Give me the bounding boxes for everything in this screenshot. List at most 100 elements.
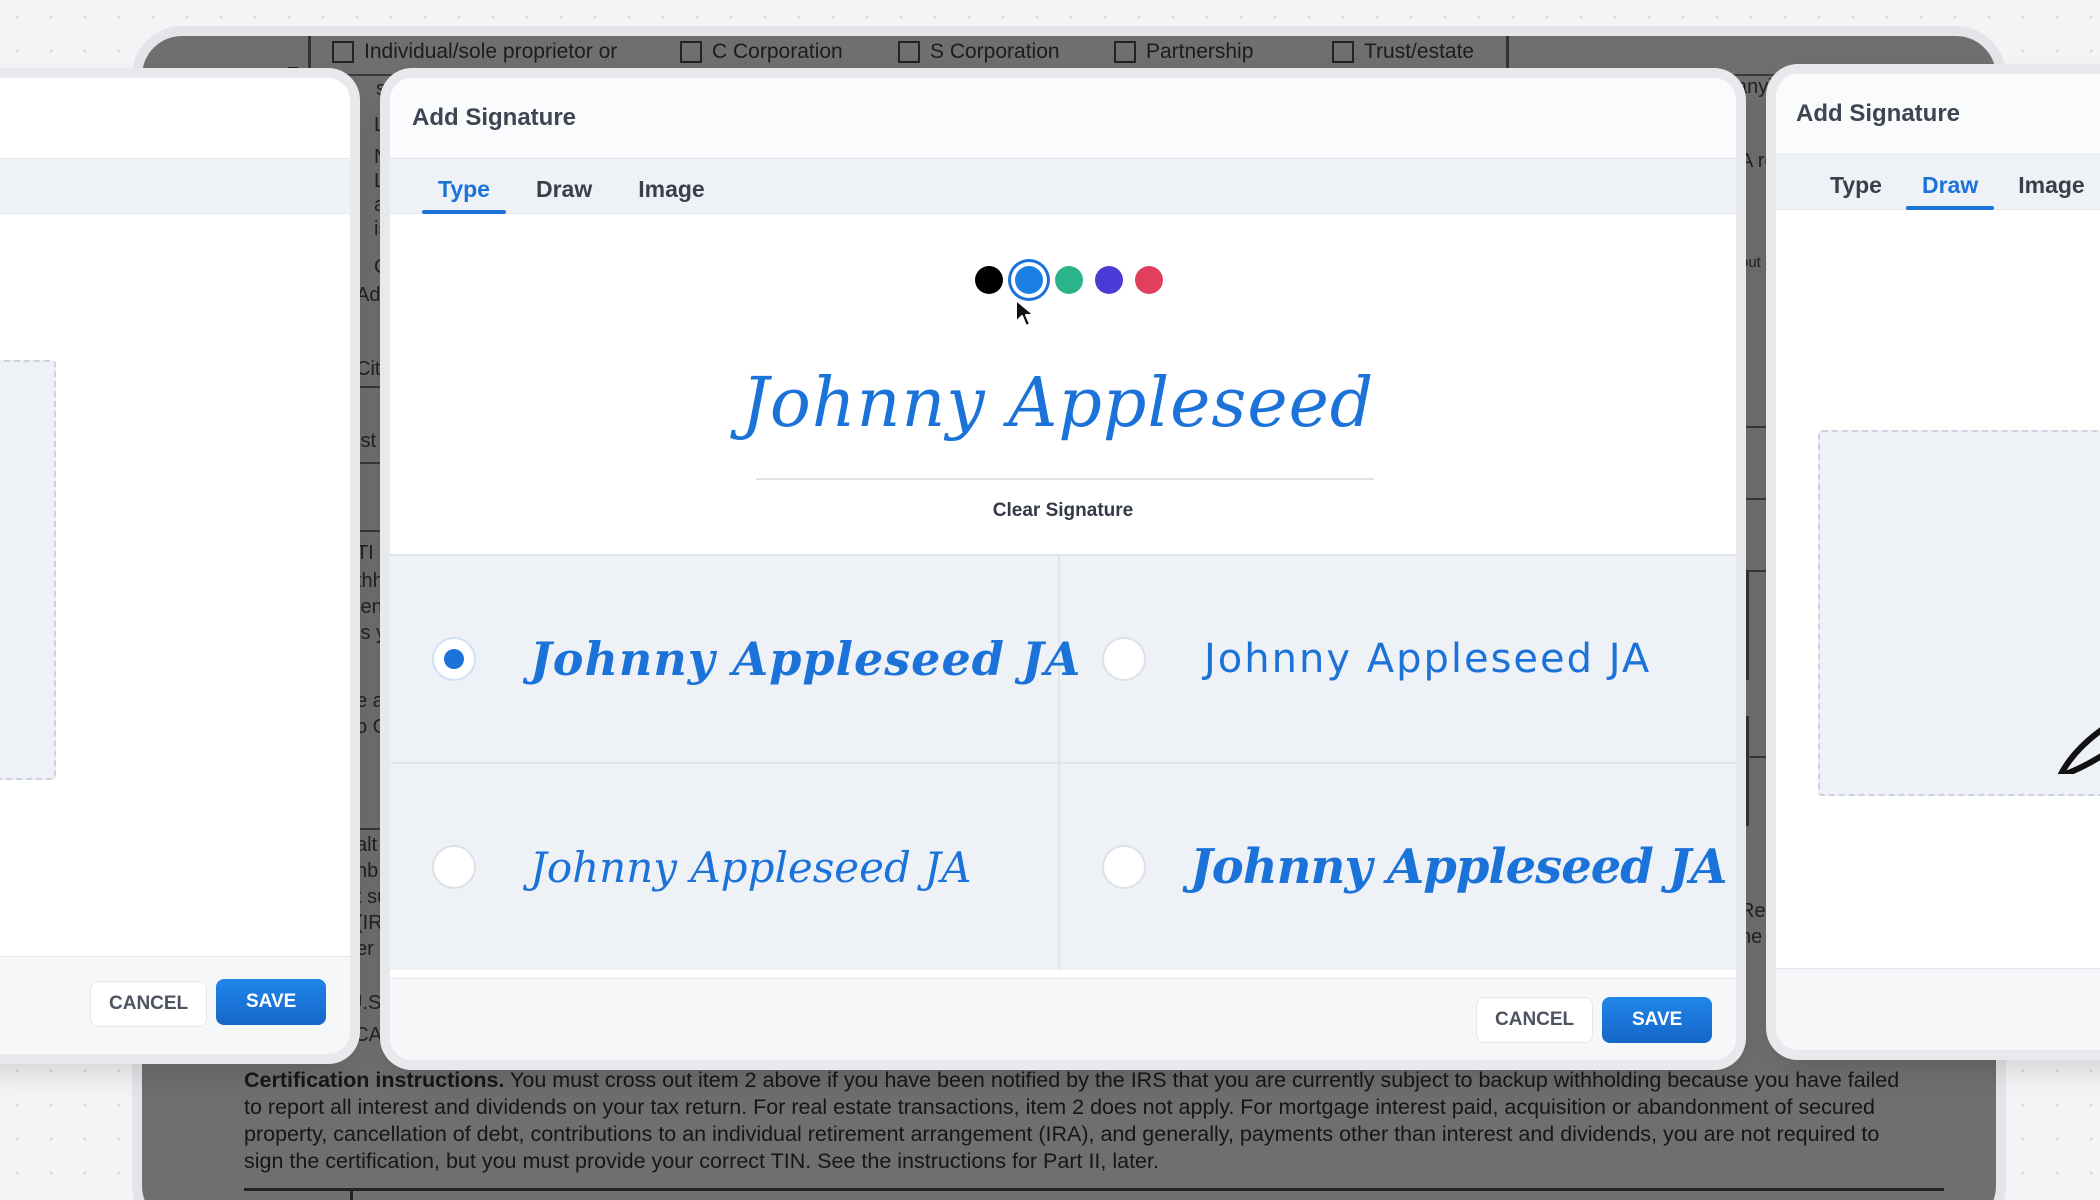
signature-baseline: [756, 478, 1374, 480]
right-dialog-title: Add Signature: [1776, 74, 2100, 154]
color-swatch-green[interactable]: [1055, 266, 1083, 294]
style-option-1[interactable]: Johnny Appleseed JA: [390, 556, 1080, 764]
color-swatch-red[interactable]: [1135, 266, 1163, 294]
form-text-fragment: Re: [1740, 900, 1766, 922]
form-divider: [1746, 716, 1749, 826]
form-text-fragment: er s: [356, 938, 390, 960]
form-text-fragment: TI: [356, 542, 374, 564]
left-dialog-tabbar: [0, 158, 350, 214]
style-option-4[interactable]: Johnny Appleseed JA: [1060, 764, 1736, 970]
form-text-fragment: thh: [356, 570, 384, 592]
style-option-text: Johnny Appleseed JA: [530, 842, 972, 892]
checkbox-label: Individual/sole proprietor or: [364, 40, 618, 63]
style-option-2[interactable]: Johnny Appleseed JA: [1060, 556, 1736, 764]
form-text-fragment: t su: [356, 886, 389, 908]
checkbox-box[interactable]: [898, 41, 920, 63]
checkbox-partnership[interactable]: Partnership: [1114, 40, 1253, 64]
left-dialog-footer: CANCEL SAVE: [0, 956, 350, 1054]
certification-heading: Certification instructions.: [244, 1068, 505, 1092]
typed-signature-preview: Johnny Appleseed: [741, 364, 1375, 443]
left-save-button[interactable]: SAVE: [216, 979, 327, 1025]
form-text-fragment: nb: [356, 860, 379, 882]
form-text-fragment: si: [376, 78, 391, 100]
drawn-signature-stroke: [2057, 727, 2100, 774]
form-text-fragment: o G: [356, 716, 389, 738]
color-swatch-purple[interactable]: [1095, 266, 1123, 294]
checkbox-label: S Corporation: [930, 40, 1060, 63]
style-option-text: Johnny Appleseed JA: [1204, 636, 1652, 682]
mouse-cursor-icon: [1015, 299, 1035, 327]
tab-type[interactable]: Type: [422, 176, 506, 214]
form-rule: [1736, 498, 1776, 500]
form-text-fragment: U.S: [348, 992, 382, 1014]
color-swatch-black[interactable]: [975, 266, 1003, 294]
form-top-rule: [142, 74, 1996, 76]
checkbox-trust-estate[interactable]: Trust/estate: [1332, 40, 1474, 64]
checkbox-box[interactable]: [1332, 41, 1354, 63]
style-option-radio[interactable]: [432, 637, 476, 681]
form-text-fragment: A re: [1740, 150, 1776, 172]
form-rule: [1736, 756, 1776, 758]
form-text-fragment: ist a: [356, 430, 393, 452]
dialog-footer: CANCEL SAVE: [390, 978, 1736, 1060]
form-text-fragment: ne: [1740, 926, 1763, 948]
form-text-fragment: a: [374, 194, 386, 216]
tab-draw[interactable]: Draw: [520, 176, 608, 213]
left-signature-dialog: CANCEL SAVE: [0, 78, 350, 1054]
right-tab-type[interactable]: Type: [1814, 172, 1898, 209]
right-tab-draw[interactable]: Draw: [1905, 172, 1995, 210]
checkbox-individual[interactable]: Individual/sole proprietor or: [332, 40, 617, 64]
clear-signature-button[interactable]: Clear Signature: [390, 500, 1736, 522]
signature-rule-tick: [350, 1190, 353, 1200]
checkbox-box[interactable]: [680, 41, 702, 63]
certification-instructions: Certification instructions. You must cro…: [244, 1067, 1904, 1175]
checkbox-label: Partnership: [1146, 40, 1254, 63]
signature-preview-area: Johnny Appleseed Clear Signature: [390, 214, 1736, 554]
form-divider: [308, 36, 311, 76]
color-swatch-blue[interactable]: [1015, 266, 1043, 294]
right-dialog-footer: [1776, 968, 2100, 1050]
form-text-fragment: any): [1736, 76, 1775, 98]
right-tab-image[interactable]: Image: [2002, 172, 2100, 209]
style-option-radio[interactable]: [1102, 845, 1146, 889]
form-text-fragment: is y: [356, 622, 386, 644]
style-option-radio[interactable]: [432, 845, 476, 889]
form-text-fragment: Add: [356, 284, 392, 306]
checkbox-box[interactable]: [1114, 41, 1136, 63]
signature-tabbar: Type Draw Image: [390, 158, 1736, 214]
form-text-fragment: C: [374, 256, 389, 278]
form-text-fragment: L: [374, 114, 386, 136]
form-text-fragment: L: [374, 170, 386, 192]
form-text-fragment: alt: [356, 834, 378, 856]
form-text-fragment: ien: [356, 596, 383, 618]
checkbox-label: Trust/estate: [1364, 40, 1475, 63]
form-text-fragment: e a: [356, 690, 384, 712]
style-option-text: Johnny Appleseed JA: [1190, 839, 1727, 895]
style-option-3[interactable]: Johnny Appleseed JA: [390, 764, 1060, 970]
form-text-fragment: out: [1740, 254, 1761, 271]
right-signature-dialog: Add Signature Type Draw Image: [1776, 74, 2100, 1050]
form-divider: [1746, 570, 1749, 680]
checkbox-c-corporation[interactable]: C Corporation: [680, 40, 843, 64]
checkbox-box[interactable]: [332, 41, 354, 63]
tab-image[interactable]: Image: [622, 176, 720, 213]
style-option-text: Johnny Appleseed JA: [530, 632, 1082, 686]
left-cancel-button[interactable]: CANCEL: [90, 981, 208, 1027]
right-dialog-tabbar: Type Draw Image: [1776, 154, 2100, 210]
left-signature-pad[interactable]: [0, 360, 56, 780]
color-picker: [390, 266, 1736, 294]
style-option-radio[interactable]: [1102, 637, 1146, 681]
form-rule: [1736, 426, 1776, 428]
form-text-fragment: (IR: [356, 912, 383, 934]
checkbox-s-corporation[interactable]: S Corporation: [898, 40, 1060, 64]
checkbox-label: C Corporation: [712, 40, 843, 63]
form-divider: [1506, 36, 1509, 76]
dialog-title: Add Signature: [390, 78, 1736, 158]
form-text-fragment: City: [356, 358, 391, 380]
save-button[interactable]: SAVE: [1602, 997, 1713, 1043]
cancel-button[interactable]: CANCEL: [1476, 997, 1594, 1043]
form-text-fragment: N: [374, 146, 389, 168]
signature-rule: [244, 1188, 1944, 1191]
form-text-fragment: is: [374, 218, 389, 240]
add-signature-dialog: Add Signature Type Draw Image Johnny App…: [390, 78, 1736, 1060]
